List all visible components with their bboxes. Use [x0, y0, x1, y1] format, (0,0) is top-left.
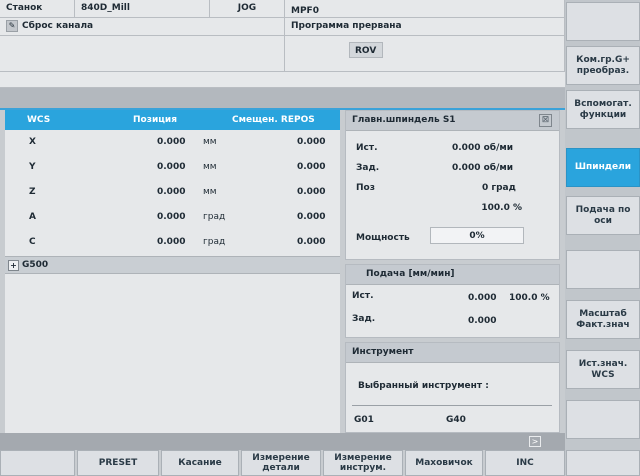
- table-row: X 0.000 мм 0.000: [5, 130, 340, 155]
- spindle-title: Главн.шпиндель S1: [346, 111, 559, 131]
- table-row: Y 0.000 мм 0.000: [5, 155, 340, 180]
- selected-tool-label: Выбранный инструмент :: [358, 381, 489, 391]
- softkey-v6[interactable]: [566, 250, 640, 289]
- tool-title: Инструмент: [346, 343, 559, 363]
- power-label: Мощность: [356, 233, 410, 243]
- table-row: A 0.000 град 0.000: [5, 205, 340, 230]
- axis-position: 0.000: [157, 162, 186, 172]
- tool-divider: [352, 405, 552, 406]
- axis-unit: мм: [203, 162, 217, 172]
- tool-g-code-2: G40: [446, 415, 466, 425]
- spindle-pos-label: Поз: [356, 183, 375, 193]
- axis-offset: 0.000: [297, 187, 326, 197]
- axis-position: 0.000: [157, 212, 186, 222]
- pencil-icon: ✎: [6, 20, 18, 32]
- col-wcs: WCS: [27, 115, 51, 125]
- axis-name: C: [29, 237, 36, 247]
- softkey-axis-feed[interactable]: Подача по оси: [566, 196, 640, 235]
- operating-mode: JOG: [210, 0, 285, 18]
- tool-g-code-1: G01: [354, 415, 374, 425]
- softkey-v9[interactable]: [566, 400, 640, 439]
- expand-icon[interactable]: +: [8, 260, 19, 271]
- power-bar: 0%: [430, 227, 524, 244]
- softkey-aux-functions[interactable]: Вспомогат. функции: [566, 90, 640, 129]
- softkey-handwheel[interactable]: Маховичок: [405, 450, 483, 476]
- softkey-inc[interactable]: INC: [485, 450, 565, 476]
- axis-offset: 0.000: [297, 162, 326, 172]
- col-repos-offset: Смещен. REPOS: [232, 115, 315, 125]
- feed-title: Подача [мм/мин]: [346, 265, 559, 285]
- feed-act-label: Ист.: [352, 291, 374, 301]
- axis-offset: 0.000: [297, 237, 326, 247]
- softkey-h8[interactable]: [566, 450, 640, 476]
- axis-position: 0.000: [157, 237, 186, 247]
- reset-text: Сброс канала: [22, 21, 94, 31]
- softkey-v1[interactable]: [566, 2, 640, 41]
- rov-area: ROV: [285, 36, 565, 72]
- feed-act-value: 0.000: [468, 293, 497, 303]
- spindle-act-label: Ист.: [356, 143, 378, 153]
- axis-position: 0.000: [157, 137, 186, 147]
- spindle-pos-value: 0 град: [482, 183, 516, 193]
- spindle-act-value: 0.000 об/ми: [452, 143, 514, 153]
- alarm-area: [0, 36, 285, 72]
- channel-reset-status: ✎ Сброс канала: [0, 18, 285, 36]
- softkey-g-groups[interactable]: Ком.гр.G+ преобраз.: [566, 46, 640, 85]
- feed-override: 100.0 %: [509, 293, 550, 303]
- axis-unit: град: [203, 237, 226, 247]
- spindle-set-value: 0.000 об/ми: [452, 163, 514, 173]
- program-name: MPF0: [285, 0, 565, 18]
- feed-set-value: 0.000: [468, 316, 497, 326]
- axis-unit: мм: [203, 137, 217, 147]
- g-code-row[interactable]: + G500: [5, 256, 340, 274]
- axis-name: A: [29, 212, 36, 222]
- softkey-measure-part[interactable]: Измерение детали: [241, 450, 321, 476]
- spindle-override: 100.0 %: [481, 203, 522, 213]
- axis-name: X: [29, 137, 36, 147]
- feed-panel: Подача [мм/мин] Ист. 0.000 100.0 % Зад. …: [345, 264, 560, 338]
- axis-offset: 0.000: [297, 212, 326, 222]
- softkey-measure-tool[interactable]: Измерение инструм.: [323, 450, 403, 476]
- axis-unit: град: [203, 212, 226, 222]
- axis-name: Z: [29, 187, 36, 197]
- chevron-right-icon[interactable]: >: [529, 436, 541, 447]
- axis-unit: мм: [203, 187, 217, 197]
- table-row: C 0.000 град 0.000: [5, 230, 340, 255]
- softkey-touch[interactable]: Касание: [161, 450, 239, 476]
- softkey-scale-actual[interactable]: Масштаб Факт.знач: [566, 300, 640, 339]
- g-code-value: G500: [22, 260, 49, 270]
- softkey-preset[interactable]: PRESET: [77, 450, 159, 476]
- softkey-actual-wcs[interactable]: Ист.знач. WCS: [566, 350, 640, 389]
- axis-name: Y: [29, 162, 36, 172]
- tool-panel: Инструмент Выбранный инструмент : G01 G4…: [345, 342, 560, 433]
- spindle-set-label: Зад.: [356, 163, 380, 173]
- header-spacer: [0, 72, 565, 88]
- softkey-spindles[interactable]: Шпиндели: [566, 148, 640, 187]
- table-row: Z 0.000 мм 0.000: [5, 180, 340, 205]
- spindle-state-icon: ⊠: [539, 114, 552, 127]
- machine-label: Станок: [0, 0, 75, 18]
- axis-position: 0.000: [157, 187, 186, 197]
- wcs-table-header: WCS Позиция Смещен. REPOS: [5, 110, 340, 130]
- feed-set-label: Зад.: [352, 314, 376, 324]
- channel-name: 840D_Mill: [75, 0, 210, 18]
- col-position: Позиция: [133, 115, 178, 125]
- program-status: Программа прервана: [285, 18, 565, 36]
- axis-offset: 0.000: [297, 137, 326, 147]
- rov-indicator: ROV: [349, 42, 383, 58]
- bottom-status-strip: >: [0, 433, 565, 450]
- softkey-h1[interactable]: [0, 450, 75, 476]
- separator-band: [0, 88, 565, 108]
- spindle-panel: Главн.шпиндель S1 ⊠ Ист. 0.000 об/ми Зад…: [345, 110, 560, 260]
- wcs-rows: X 0.000 мм 0.000 Y 0.000 мм 0.000 Z 0.00…: [5, 130, 340, 255]
